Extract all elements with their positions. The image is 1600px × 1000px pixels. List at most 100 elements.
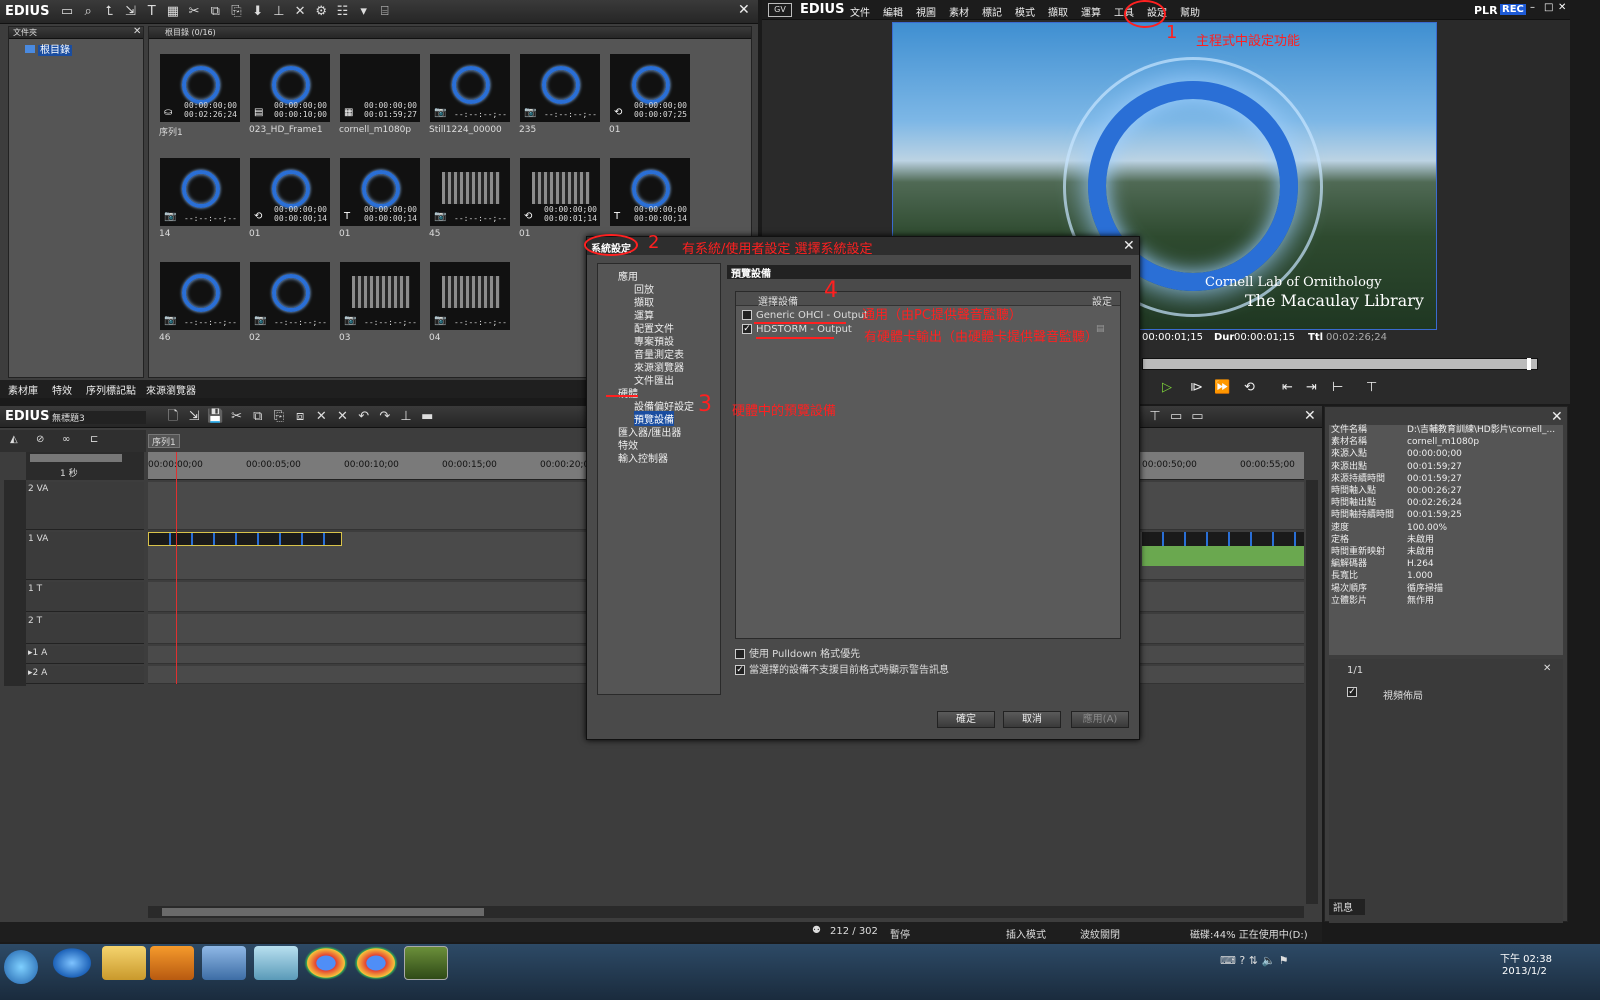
device-row-generic[interactable]: Generic OHCI - Output [742, 310, 868, 321]
color-bar-icon[interactable]: ▦ [164, 4, 182, 20]
marker-icon[interactable]: ⊥ [397, 409, 415, 425]
ie-icon[interactable] [50, 946, 94, 980]
layout-icon[interactable]: ▭ [1167, 409, 1185, 425]
tab-source-browser[interactable]: 來源瀏覽器 [146, 382, 196, 397]
rec-label[interactable]: REC [1500, 4, 1526, 15]
replace-icon[interactable]: ⧈ [291, 409, 309, 425]
menu-item[interactable]: 擷取 [1048, 4, 1068, 19]
loop-icon[interactable]: ⟲ [1244, 380, 1255, 395]
bin-clip[interactable]: T 00:00:00;00 00:00:00;14 01 [339, 157, 421, 239]
undo-icon[interactable]: ↶ [355, 409, 373, 425]
next-frame-icon[interactable]: ⧐ [1190, 380, 1203, 395]
overwrite-icon[interactable]: ⊤ [1366, 380, 1377, 395]
info-tab[interactable]: 訊息 [1329, 899, 1365, 915]
play-icon[interactable]: ▷ [1162, 380, 1172, 395]
menu-item[interactable]: 標記 [982, 4, 1002, 19]
bin-clip[interactable]: ⟲ 00:00:00;00 00:00:07;25 01 [609, 53, 691, 135]
sequence-tab[interactable]: 序列1 [148, 434, 180, 448]
track-head-1t[interactable]: 1 T [26, 582, 144, 612]
bin-clip[interactable]: ⟲ 00:00:00;00 00:00:01;14 01 [519, 157, 601, 239]
maximize-icon[interactable]: □ [1544, 2, 1553, 13]
redo-icon[interactable]: ↷ [376, 409, 394, 425]
bin-clip[interactable]: 📷 --:--:--;-- 45 [429, 157, 511, 239]
info-close-icon[interactable]: ✕ [1551, 409, 1563, 425]
playhead[interactable] [176, 452, 177, 684]
tree-item-app-child[interactable]: 文件匯出 [634, 372, 674, 387]
tab-sequence-markers[interactable]: 序列標記點 [86, 382, 136, 397]
tab-effects[interactable]: 特效 [52, 382, 72, 397]
menu-item[interactable]: 幫助 [1180, 4, 1200, 19]
bin-clip[interactable]: ▦ 00:00:00;00 00:01:59;27 cornell_m1080p [339, 53, 421, 135]
chevron-down-icon[interactable]: ▾ [355, 4, 373, 20]
effect-name[interactable]: 視頻佈局 [1383, 687, 1423, 702]
up-folder-icon[interactable]: ⮤ [100, 4, 118, 20]
window-close-icon[interactable]: ✕ [1558, 2, 1566, 13]
bin-clip[interactable]: 📷 --:--:--;-- 04 [429, 261, 511, 343]
help-icon[interactable]: ? [1239, 954, 1245, 967]
ripple-mode[interactable]: 波紋關閉 [1080, 926, 1120, 941]
opt-pulldown[interactable]: 使用 Pulldown 格式優先 [735, 645, 860, 660]
cancel-button[interactable]: 取消 [1003, 711, 1061, 728]
track-head-1a[interactable]: ▸1 A [26, 646, 144, 664]
start-button[interactable] [4, 950, 38, 984]
network-icon[interactable]: ⇅ [1249, 954, 1258, 967]
opt-pulldown-checkbox[interactable] [735, 649, 745, 659]
timeline-close-icon[interactable]: ✕ [1304, 408, 1316, 424]
player-icon[interactable]: ⬇ [249, 4, 267, 20]
menu-item[interactable]: 編輯 [883, 4, 903, 19]
properties-icon[interactable]: ⚙ [312, 4, 330, 20]
folder-panel-close-icon[interactable]: ✕ [133, 26, 141, 37]
keyboard-icon[interactable]: ⌨ [1220, 954, 1236, 967]
edit-mode[interactable]: 插入模式 [1006, 926, 1046, 941]
menu-item[interactable]: 運算 [1081, 4, 1101, 19]
delete-icon[interactable]: ✕ [291, 4, 309, 20]
mixer-icon[interactable]: ⊤ [1146, 409, 1164, 425]
bin-clip[interactable]: 📷 --:--:--;-- 03 [339, 261, 421, 343]
zoom-slider[interactable] [30, 454, 122, 462]
menu-item[interactable]: 文件 [850, 4, 870, 19]
copy-icon[interactable]: ⧉ [206, 4, 224, 20]
remote-desktop-icon[interactable] [202, 946, 246, 980]
timeline-hscroll[interactable] [148, 906, 1304, 918]
open-project-icon[interactable]: ⇲ [185, 409, 203, 425]
position-slider-handle[interactable] [1527, 358, 1531, 370]
paste-icon[interactable]: ⎘ [228, 4, 246, 20]
explorer-icon[interactable] [102, 946, 146, 980]
bin-clip[interactable]: 📷 --:--:--;-- 46 [159, 261, 241, 343]
menu-item[interactable]: 模式 [1015, 4, 1035, 19]
view-mode-icon[interactable]: ☷ [333, 4, 351, 20]
bin-clip[interactable]: 📷 --:--:--;-- 235 [519, 53, 601, 135]
copy-icon[interactable]: ⧉ [249, 409, 267, 425]
bin-clip[interactable]: T 00:00:00;00 00:00:00;14 [609, 157, 691, 239]
track-tool-icon[interactable]: ◭ [10, 434, 18, 445]
timeline-hscroll-thumb[interactable] [162, 908, 484, 916]
device-checkbox[interactable]: ✓ [742, 324, 752, 334]
folder-root[interactable]: 根目錄 [25, 41, 72, 56]
search-icon[interactable]: ⌕ [79, 4, 97, 20]
ripple-delete-icon[interactable]: ✕ [334, 409, 352, 425]
scale-value[interactable]: 1 秒 [60, 466, 78, 479]
bin-clip[interactable]: 📷 --:--:--;-- 14 [159, 157, 241, 239]
monitor-icon[interactable]: ▭ [1188, 409, 1206, 425]
chrome-icon[interactable] [304, 946, 348, 980]
chrome-icon[interactable] [354, 946, 398, 980]
effect-check[interactable]: ✓ [1347, 687, 1361, 698]
bin-clip[interactable]: ⛀ 00:00:00;00 00:02:26;24 序列1 [159, 53, 241, 138]
paste-icon[interactable]: ⎘ [270, 409, 288, 425]
render-icon[interactable]: ▬ [418, 409, 436, 425]
track-head-1va[interactable]: 1 VA [26, 532, 144, 580]
apply-button[interactable]: 應用(A) [1071, 711, 1129, 728]
snap-icon[interactable]: ⊘ [36, 434, 44, 445]
flag-icon[interactable]: ⚑ [1279, 954, 1289, 967]
save-icon[interactable]: 💾 [206, 409, 224, 425]
timeline-vscroll[interactable] [1306, 480, 1318, 904]
in-point-icon[interactable]: ⇤ [1282, 380, 1293, 395]
effect-close-icon[interactable]: ✕ [1543, 663, 1551, 674]
folder-icon[interactable]: ▭ [58, 4, 76, 20]
timeline-add-icon[interactable]: ⊥ [270, 4, 288, 20]
bin-clip[interactable]: ▤ 00:00:00;00 00:00:10;00 023_HD_Frame1 [249, 53, 331, 135]
cut-icon[interactable]: ✂ [185, 4, 203, 20]
group-icon[interactable]: ⊏ [90, 434, 98, 445]
tree-item-other[interactable]: 輸入控制器 [618, 450, 668, 465]
bin-close-icon[interactable]: ✕ [738, 2, 750, 18]
